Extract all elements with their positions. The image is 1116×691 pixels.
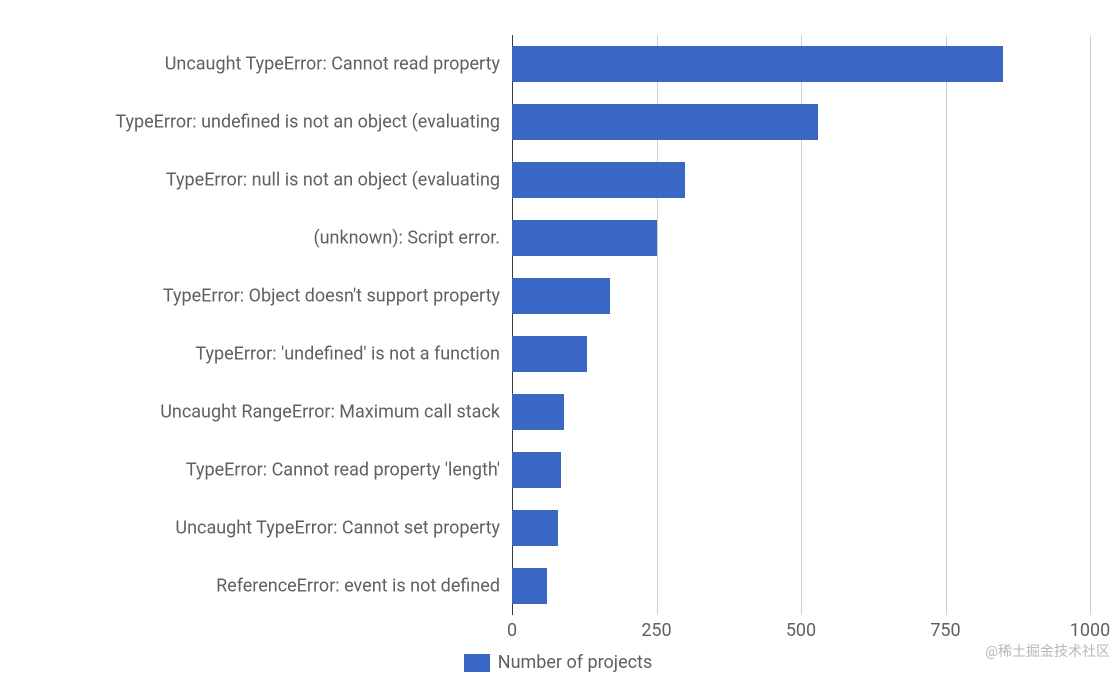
y-tick-label: ReferenceError: event is not defined [216, 576, 500, 597]
y-tick-label: (unknown): Script error. [313, 228, 500, 249]
bar-row [512, 394, 564, 430]
bar-row [512, 278, 610, 314]
chart-container: Number of projects @稀土掘金技术社区 0 250 500 750 1… [0, 0, 1116, 691]
bar [512, 162, 685, 198]
bar-row [512, 510, 558, 546]
bar [512, 278, 610, 314]
y-tick-label: TypeError: undefined is not an object (e… [115, 112, 500, 133]
y-tick-label: Uncaught TypeError: Cannot read property [165, 54, 500, 75]
x-tick-label: 0 [507, 620, 517, 641]
grid-line [946, 35, 947, 615]
bar [512, 220, 657, 256]
x-tick-label: 250 [641, 620, 671, 641]
bar-row [512, 46, 1003, 82]
bar [512, 394, 564, 430]
x-tick-label: 750 [930, 620, 960, 641]
bar [512, 104, 818, 140]
bar-row [512, 162, 685, 198]
bar [512, 452, 561, 488]
plot-area [512, 35, 1090, 615]
x-tick-label: 500 [786, 620, 816, 641]
bar [512, 568, 547, 604]
y-tick-label: TypeError: 'undefined' is not a function [195, 344, 500, 365]
y-tick-label: TypeError: Cannot read property 'length' [186, 460, 500, 481]
bar-row [512, 104, 818, 140]
bar [512, 510, 558, 546]
grid-line [1090, 35, 1091, 615]
y-tick-label: TypeError: Object doesn't support proper… [163, 286, 500, 307]
bar-row [512, 336, 587, 372]
y-tick-label: Uncaught RangeError: Maximum call stack [160, 402, 500, 423]
bar [512, 336, 587, 372]
legend: Number of projects [0, 652, 1116, 673]
bar-row [512, 568, 547, 604]
bar-row [512, 220, 657, 256]
legend-label: Number of projects [498, 652, 653, 673]
legend-swatch [464, 654, 490, 672]
bar-row [512, 452, 561, 488]
bar [512, 46, 1003, 82]
y-tick-label: Uncaught TypeError: Cannot set property [175, 518, 500, 539]
watermark: @稀土掘金技术社区 [985, 641, 1110, 661]
x-tick-label: 1000 [1070, 620, 1110, 641]
y-tick-label: TypeError: null is not an object (evalua… [166, 170, 500, 191]
